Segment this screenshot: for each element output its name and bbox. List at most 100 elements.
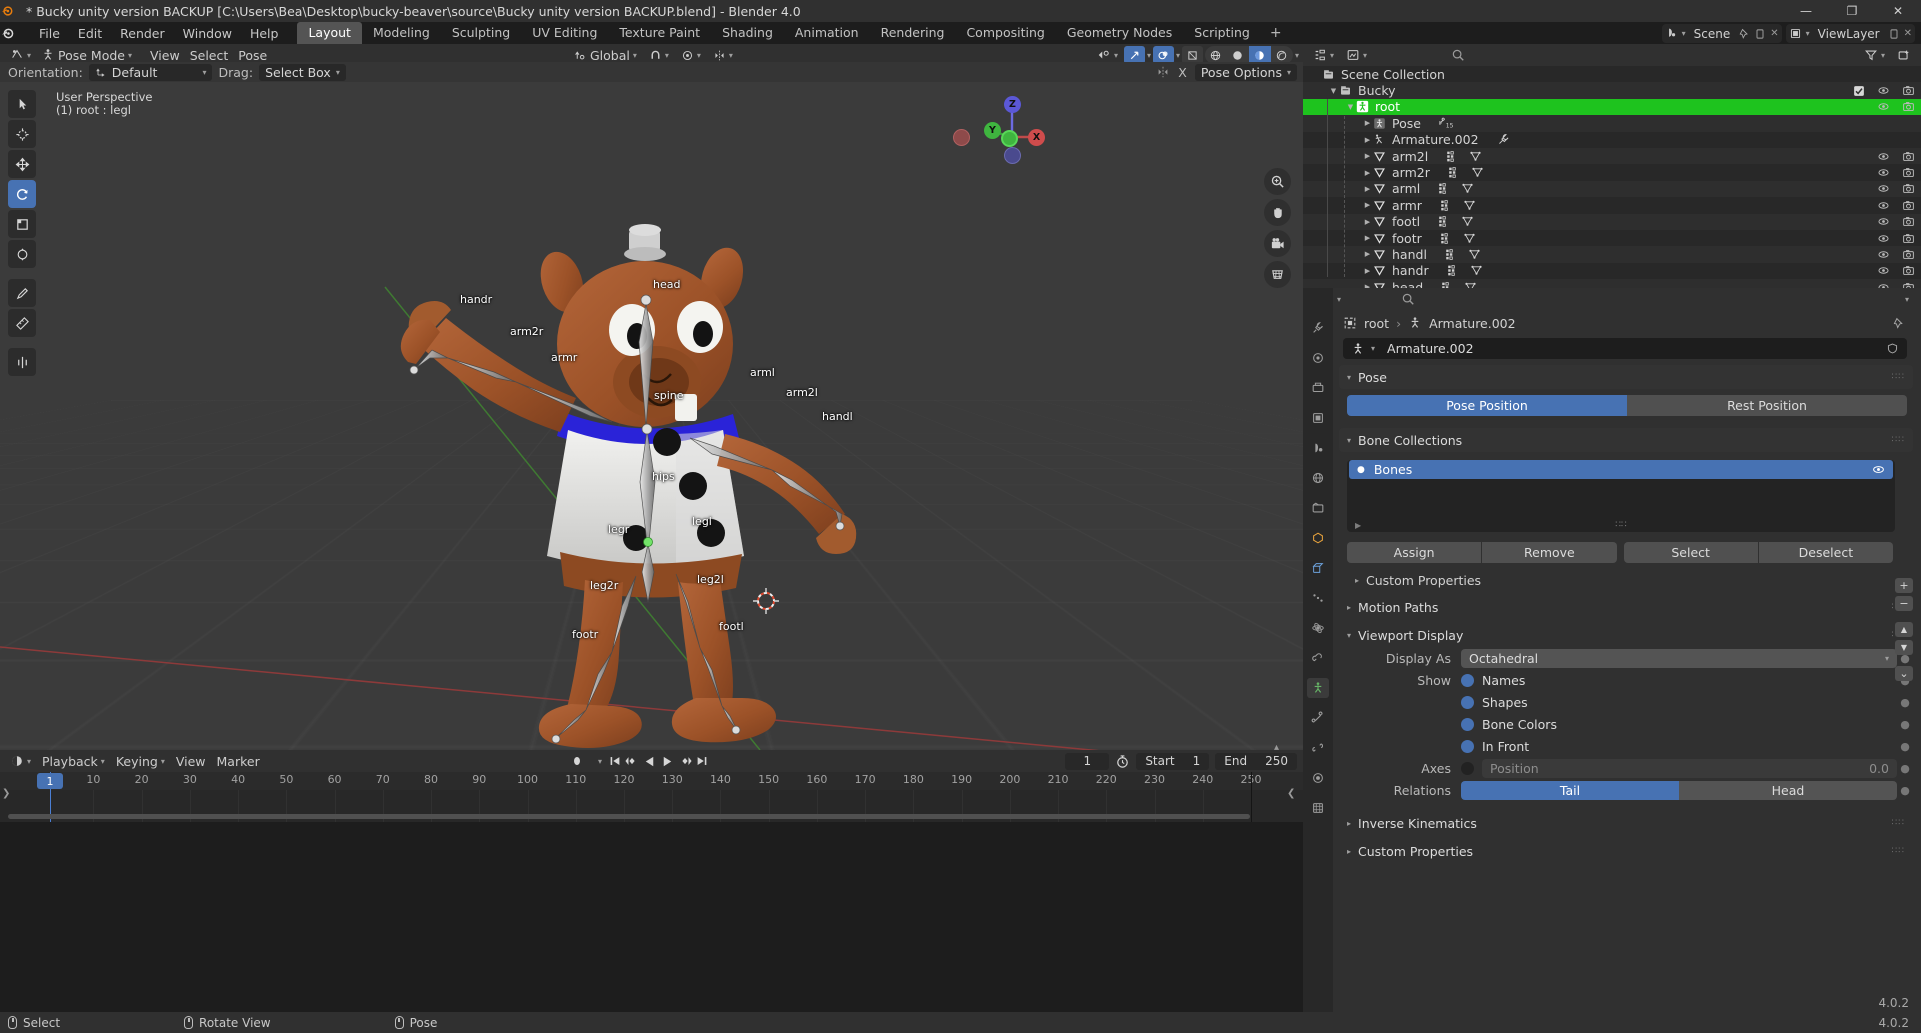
pose-options-dropdown[interactable]: Pose Options ▾ bbox=[1194, 63, 1297, 81]
tab-texture-paint[interactable]: Texture Paint bbox=[608, 22, 711, 44]
relations-tail-button[interactable]: Tail bbox=[1461, 780, 1679, 800]
hide-in-viewport-eye-icon[interactable] bbox=[1877, 166, 1890, 179]
modifier-icon[interactable] bbox=[1440, 199, 1453, 212]
tab-constraints-icon[interactable] bbox=[1307, 648, 1329, 668]
axes-checkbox-icon[interactable] bbox=[1461, 761, 1474, 775]
disclosure-triangle-icon[interactable]: ▼ bbox=[1345, 103, 1356, 111]
scene-datablock[interactable]: ▾ Scene ✕ bbox=[1661, 24, 1782, 43]
properties-editor[interactable]: ▾ ▾ root › Armature.002 ▾ Armature.002 ▾… bbox=[1303, 288, 1921, 1012]
timeline-horizontal-scrollbar[interactable] bbox=[8, 814, 1250, 819]
collection-visibility-eye-icon[interactable] bbox=[1872, 463, 1885, 476]
tool-measure[interactable] bbox=[8, 309, 36, 337]
hide-in-viewport-eye-icon[interactable] bbox=[1877, 100, 1890, 113]
tab-object-icon[interactable] bbox=[1307, 528, 1329, 548]
hide-in-viewport-eye-icon[interactable] bbox=[1877, 182, 1890, 195]
tool-tweak[interactable] bbox=[8, 90, 36, 118]
pan-hand-icon[interactable] bbox=[1264, 199, 1291, 226]
timeline-sidebar-toggle[interactable]: ❯ bbox=[2, 788, 10, 799]
outliner-row-arml[interactable]: ▶ arml bbox=[1303, 180, 1921, 198]
move-collection-down-button[interactable]: ▼ bbox=[1895, 640, 1913, 655]
breadcrumb-data-name[interactable]: Armature.002 bbox=[1429, 316, 1516, 331]
timeline-menu-view[interactable]: View bbox=[172, 753, 210, 770]
minimize-button[interactable]: — bbox=[1783, 0, 1829, 22]
tab-geometry-nodes[interactable]: Geometry Nodes bbox=[1056, 22, 1183, 44]
timeline-menu-playback[interactable]: Playback ▾ bbox=[38, 753, 109, 770]
jump-to-start-icon[interactable] bbox=[608, 754, 622, 768]
new-viewlayer-icon[interactable] bbox=[1888, 28, 1900, 40]
outliner-row-arm2r[interactable]: ▶ arm2r bbox=[1303, 164, 1921, 180]
new-scene-icon[interactable] bbox=[1754, 28, 1766, 40]
gizmo-x-axis[interactable]: X bbox=[1028, 129, 1045, 146]
show-names-checkbox[interactable]: Names bbox=[1461, 673, 1897, 688]
hide-in-viewport-eye-icon[interactable] bbox=[1877, 84, 1890, 97]
outliner-editor-type-button[interactable]: ▾ bbox=[1309, 47, 1338, 63]
blender-menu-icon[interactable] bbox=[0, 26, 30, 41]
outliner-row-arm2l[interactable]: ▶ arm2l bbox=[1303, 147, 1921, 165]
end-frame-field[interactable]: End 250 bbox=[1215, 752, 1297, 770]
panel-header-motion-paths[interactable]: ▸ Motion Paths ∷∷ bbox=[1339, 595, 1913, 619]
properties-options-chevron-down-icon[interactable]: ▾ bbox=[1905, 295, 1909, 304]
properties-type-chevron-icon[interactable]: ▾ bbox=[1337, 295, 1341, 304]
overlays-chevron-down-icon[interactable]: ▾ bbox=[1176, 51, 1180, 60]
xmirror-label[interactable]: X bbox=[1178, 65, 1187, 80]
tab-texture-icon[interactable] bbox=[1307, 798, 1329, 818]
tab-sculpting[interactable]: Sculpting bbox=[441, 22, 521, 44]
outliner-search-input[interactable] bbox=[1375, 48, 1856, 62]
display-as-dropdown[interactable]: Octahedral ▾ bbox=[1461, 648, 1897, 668]
gizmo-chevron-down-icon[interactable]: ▾ bbox=[1147, 51, 1151, 60]
list-resize-grip[interactable]: ▶ ∷∷ bbox=[1347, 520, 1895, 530]
tool-transform[interactable] bbox=[8, 240, 36, 268]
menu-render[interactable]: Render bbox=[111, 24, 174, 43]
tab-modifiers-icon[interactable] bbox=[1307, 558, 1329, 578]
mesh-data-icon[interactable] bbox=[1469, 150, 1482, 163]
disclosure-triangle-icon[interactable]: ▶ bbox=[1362, 152, 1373, 160]
remove-button[interactable]: Remove bbox=[1482, 542, 1617, 563]
tab-viewlayer-icon[interactable] bbox=[1307, 408, 1329, 428]
outliner-row-scene-collection[interactable]: Scene Collection bbox=[1303, 66, 1921, 82]
timeline-menu-marker[interactable]: Marker bbox=[213, 753, 264, 770]
panel-header-bone-collections[interactable]: ▾ Bone Collections ∷∷ bbox=[1339, 428, 1913, 452]
tab-tool-icon[interactable] bbox=[1307, 318, 1329, 338]
disclosure-triangle-icon[interactable]: ▶ bbox=[1362, 267, 1373, 275]
tab-render-icon[interactable] bbox=[1307, 348, 1329, 368]
tab-uv-editing[interactable]: UV Editing bbox=[521, 22, 608, 44]
play-icon[interactable] bbox=[660, 754, 675, 769]
object-type-visibility[interactable]: ▾ bbox=[1093, 47, 1122, 63]
list-filter-chevron-icon[interactable]: ▶ bbox=[1355, 521, 1361, 530]
modifier-icon[interactable] bbox=[1446, 150, 1459, 163]
outliner-row-armr[interactable]: ▶ armr bbox=[1303, 197, 1921, 213]
jump-to-end-icon[interactable] bbox=[695, 754, 709, 768]
tab-layout[interactable]: Layout bbox=[297, 22, 362, 44]
shapes-animate-dot[interactable]: ● bbox=[1897, 696, 1913, 709]
outliner-row-root[interactable]: ▼ root bbox=[1303, 98, 1921, 116]
hide-in-viewport-eye-icon[interactable] bbox=[1877, 264, 1890, 277]
add-bone-collection-button[interactable]: + bbox=[1895, 578, 1913, 593]
properties-search-icon[interactable] bbox=[1401, 292, 1415, 306]
3d-viewport[interactable]: User Perspective (1) root : legl head ha… bbox=[0, 82, 1303, 750]
tool-move[interactable] bbox=[8, 150, 36, 178]
gizmo-neg-x-axis[interactable] bbox=[953, 129, 970, 146]
disable-in-renders-camera-icon[interactable] bbox=[1902, 166, 1915, 179]
mesh-data-icon[interactable] bbox=[1461, 182, 1474, 195]
disable-in-renders-camera-icon[interactable] bbox=[1902, 84, 1915, 97]
tab-scripting[interactable]: Scripting bbox=[1183, 22, 1261, 44]
timeline-right-toggle[interactable]: ❮ bbox=[1287, 788, 1295, 799]
hide-in-viewport-eye-icon[interactable] bbox=[1877, 199, 1890, 212]
viewport-menu-view[interactable]: View bbox=[146, 47, 184, 64]
camera-view-icon[interactable] bbox=[1264, 230, 1291, 257]
panel-header-pose[interactable]: ▾ Pose ∷∷ bbox=[1339, 365, 1913, 389]
outliner-row-pose[interactable]: ▶ Pose 15 bbox=[1303, 115, 1921, 132]
bone-collection-item[interactable]: ● Bones bbox=[1349, 460, 1893, 479]
mesh-data-icon[interactable] bbox=[1471, 166, 1484, 179]
show-bone-colors-checkbox[interactable]: Bone Colors bbox=[1461, 717, 1897, 732]
hide-in-viewport-eye-icon[interactable] bbox=[1877, 150, 1890, 163]
tab-collection-icon[interactable] bbox=[1307, 498, 1329, 518]
bone-colors-animate-dot[interactable]: ● bbox=[1897, 718, 1913, 731]
tool-rotate[interactable] bbox=[8, 180, 36, 208]
xmirror-icon[interactable] bbox=[1156, 65, 1170, 79]
outliner-display-mode[interactable]: ▾ bbox=[1342, 47, 1371, 63]
disclosure-triangle-icon[interactable]: ▶ bbox=[1362, 234, 1373, 242]
transform-orientation-dropdown[interactable]: Global ▾ bbox=[570, 47, 641, 64]
outliner-row-footr[interactable]: ▶ footr bbox=[1303, 230, 1921, 246]
relations-head-button[interactable]: Head bbox=[1679, 780, 1897, 800]
